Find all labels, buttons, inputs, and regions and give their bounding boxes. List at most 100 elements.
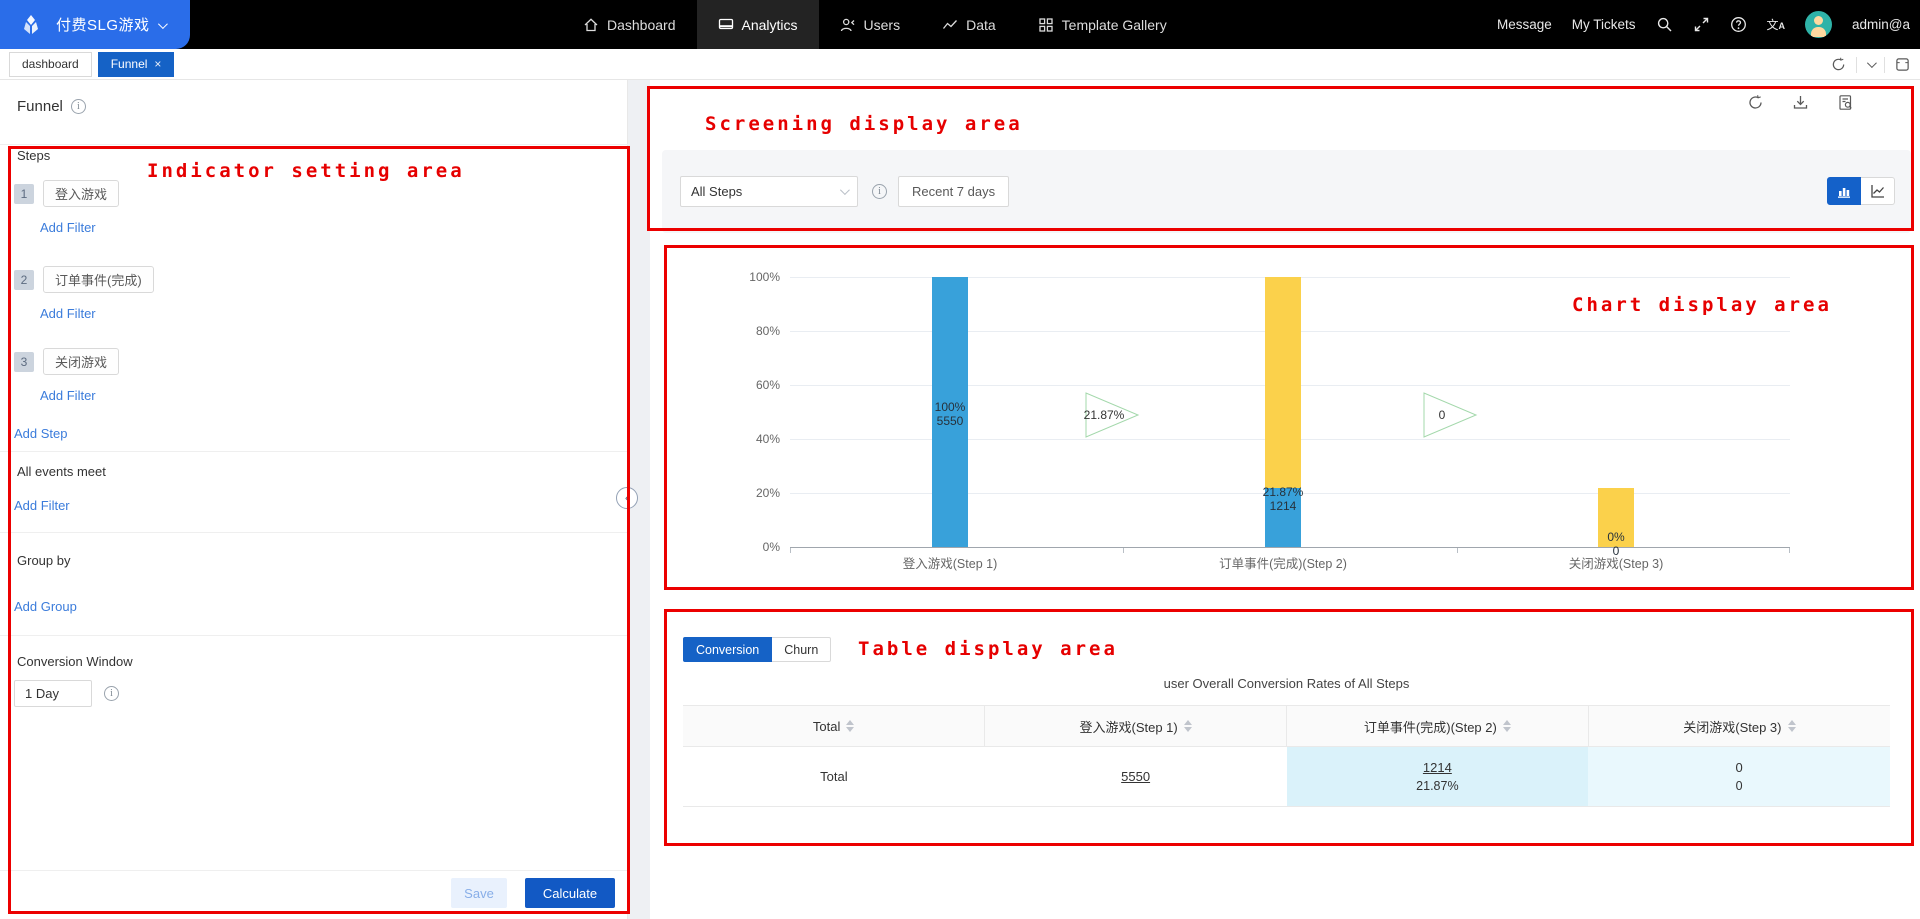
- translate-icon[interactable]: 文A: [1767, 19, 1786, 31]
- y-tick-20: 20%: [710, 486, 780, 500]
- tab-funnel[interactable]: Funnel ×: [98, 52, 175, 77]
- trend-icon: [942, 17, 958, 33]
- panel-title-row: Funnel: [17, 98, 86, 115]
- step-number-badge: 3: [14, 352, 34, 372]
- home-icon: [583, 17, 599, 33]
- message-link[interactable]: Message: [1497, 17, 1552, 32]
- step-number-badge: 1: [14, 184, 34, 204]
- step2-count-link[interactable]: 1214: [1423, 760, 1452, 775]
- step-event-chip[interactable]: 关闭游戏: [43, 348, 119, 375]
- step2-rate: 21.87%: [1287, 779, 1589, 793]
- refresh-icon[interactable]: [1831, 57, 1846, 72]
- monitor-icon: [718, 17, 734, 33]
- nav-dashboard[interactable]: Dashboard: [562, 0, 697, 49]
- axis-tick: [1123, 548, 1124, 553]
- grid-icon: [1038, 17, 1054, 33]
- col-header-label: Total: [813, 719, 840, 734]
- avatar[interactable]: [1805, 11, 1832, 38]
- save-button[interactable]: Save: [451, 878, 507, 908]
- axis-tick: [1789, 548, 1790, 553]
- sort-control[interactable]: [846, 720, 854, 732]
- line-chart-toggle[interactable]: [1861, 177, 1895, 205]
- transition-rate-1: 21.87%: [1064, 408, 1144, 422]
- steps-filter-select[interactable]: All Steps: [680, 176, 858, 207]
- divider: [1884, 57, 1885, 73]
- chart-type-toggle: [1827, 177, 1895, 205]
- fullscreen-icon[interactable]: [1693, 16, 1710, 33]
- tab-funnel-label: Funnel: [111, 57, 148, 71]
- bar-chart-icon: [1835, 182, 1853, 200]
- step-row-2: 2 订单事件(完成): [14, 266, 154, 293]
- step1-count-link[interactable]: 5550: [1121, 769, 1150, 784]
- collapse-panel-button[interactable]: [616, 487, 638, 509]
- add-filter-link-step2[interactable]: Add Filter: [40, 306, 96, 321]
- churn-tab[interactable]: Churn: [772, 637, 831, 662]
- search-icon[interactable]: [1656, 16, 1673, 33]
- tab-dashboard-label: dashboard: [22, 57, 79, 71]
- bar-label-count: 1214: [1238, 499, 1328, 513]
- info-icon[interactable]: [872, 184, 887, 199]
- nav-users[interactable]: Users: [819, 0, 922, 49]
- y-tick-80: 80%: [710, 324, 780, 338]
- divider: [0, 144, 628, 145]
- nav-data[interactable]: Data: [921, 0, 1017, 49]
- bar-chart-toggle[interactable]: [1827, 177, 1861, 205]
- conversion-tab[interactable]: Conversion: [683, 637, 772, 662]
- main-nav: Dashboard Analytics Users Data Template …: [562, 0, 1188, 49]
- project-name: 付费SLG游戏: [56, 14, 150, 35]
- nav-right-group: Message My Tickets 文A admin@a: [1497, 0, 1910, 49]
- bar-label-pct: 0%: [1571, 530, 1661, 544]
- conversion-window-label: Conversion Window: [17, 654, 133, 669]
- step-event-chip[interactable]: 订单事件(完成): [43, 266, 154, 293]
- page-title: Funnel: [17, 98, 63, 115]
- sort-control[interactable]: [1184, 720, 1192, 732]
- username[interactable]: admin@a: [1852, 17, 1910, 32]
- project-switcher[interactable]: 付费SLG游戏: [0, 0, 190, 49]
- refresh-icon[interactable]: [1747, 94, 1764, 111]
- axis-tick: [1457, 548, 1458, 553]
- add-step-link[interactable]: Add Step: [14, 426, 68, 441]
- screening-panel: All Steps Recent 7 days: [662, 150, 1911, 233]
- date-range-button[interactable]: Recent 7 days: [898, 176, 1009, 207]
- step3-count: 0: [1588, 760, 1890, 775]
- step-event-chip[interactable]: 登入游戏: [43, 180, 119, 207]
- app-root: 付费SLG游戏 Dashboard Analytics Users Data: [0, 0, 1920, 919]
- step-number-badge: 2: [14, 270, 34, 290]
- chevron-down-icon[interactable]: [1867, 58, 1877, 68]
- sort-control[interactable]: [1503, 720, 1511, 732]
- nav-template-gallery[interactable]: Template Gallery: [1017, 0, 1188, 49]
- cell-step3: 0 0: [1588, 747, 1890, 807]
- add-filter-link-step1[interactable]: Add Filter: [40, 220, 96, 235]
- info-icon[interactable]: [104, 686, 119, 701]
- page-tabbar: dashboard Funnel ×: [0, 49, 1920, 80]
- add-group-link[interactable]: Add Group: [14, 599, 77, 614]
- bar-step2-lost-segment: [1265, 277, 1301, 488]
- my-tickets-link[interactable]: My Tickets: [1572, 17, 1636, 32]
- tabbar-actions: [1831, 49, 1910, 80]
- conversion-churn-toggle: Conversion Churn: [683, 637, 831, 662]
- help-icon[interactable]: [1730, 16, 1747, 33]
- add-filter-link-global[interactable]: Add Filter: [14, 498, 70, 513]
- users-icon: [840, 17, 856, 33]
- bar-label-step2: 21.87% 1214: [1238, 485, 1328, 513]
- close-icon[interactable]: ×: [154, 57, 161, 71]
- frame-icon[interactable]: [1895, 57, 1910, 72]
- calculate-button[interactable]: Calculate: [525, 878, 615, 908]
- nav-analytics[interactable]: Analytics: [697, 0, 819, 49]
- table-title: user Overall Conversion Rates of All Ste…: [683, 676, 1890, 691]
- indicator-setting-panel: Funnel Steps 1 登入游戏 Add Filter 2 订单事件(完成…: [0, 80, 628, 919]
- sort-control[interactable]: [1788, 720, 1796, 732]
- download-icon[interactable]: [1792, 94, 1809, 111]
- bar-label-step3: 0% 0: [1571, 530, 1661, 558]
- conversion-window-input[interactable]: 1 Day: [14, 680, 92, 707]
- info-icon[interactable]: [71, 99, 86, 114]
- funnel-chart: 100% 80% 60% 40% 20% 0%: [650, 245, 1920, 605]
- cell-step1: 5550: [985, 747, 1287, 807]
- step-row-3: 3 关闭游戏: [14, 348, 119, 375]
- group-by-label: Group by: [17, 553, 70, 568]
- report-save-icon[interactable]: [1837, 94, 1854, 111]
- add-filter-link-step3[interactable]: Add Filter: [40, 388, 96, 403]
- tab-dashboard[interactable]: dashboard: [9, 52, 92, 77]
- steps-filter-value: All Steps: [691, 184, 742, 199]
- nav-template-gallery-label: Template Gallery: [1062, 17, 1167, 33]
